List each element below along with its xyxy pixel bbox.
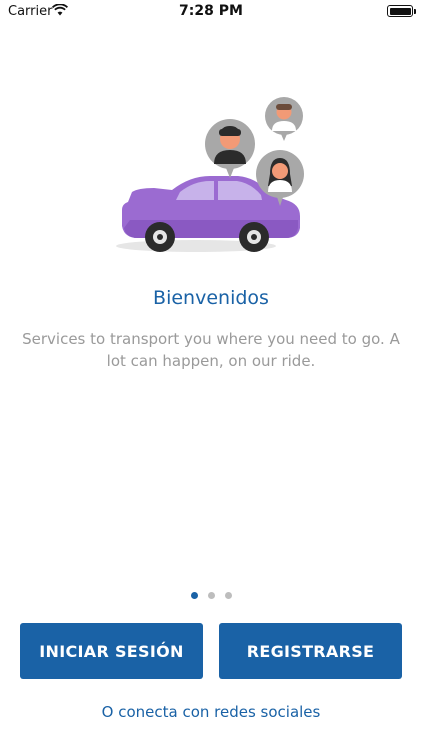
- page-dot-2[interactable]: [207, 592, 215, 599]
- social-login-link[interactable]: O conecta con redes sociales: [0, 703, 422, 721]
- login-button[interactable]: INICIAR SESIÓN: [20, 623, 203, 679]
- battery-icon: [387, 5, 416, 17]
- status-bar: Carrier 7:28 PM: [0, 0, 422, 24]
- car-with-passengers-illustration: [116, 97, 304, 252]
- welcome-description: Services to transport you where you need…: [22, 330, 400, 370]
- page-dot-3[interactable]: [224, 592, 232, 599]
- page-dot-1[interactable]: [190, 592, 198, 599]
- welcome-title: Bienvenidos: [153, 287, 269, 309]
- register-button[interactable]: REGISTRARSE: [219, 623, 402, 679]
- page-indicator: [0, 592, 422, 599]
- clock: 7:28 PM: [179, 3, 243, 19]
